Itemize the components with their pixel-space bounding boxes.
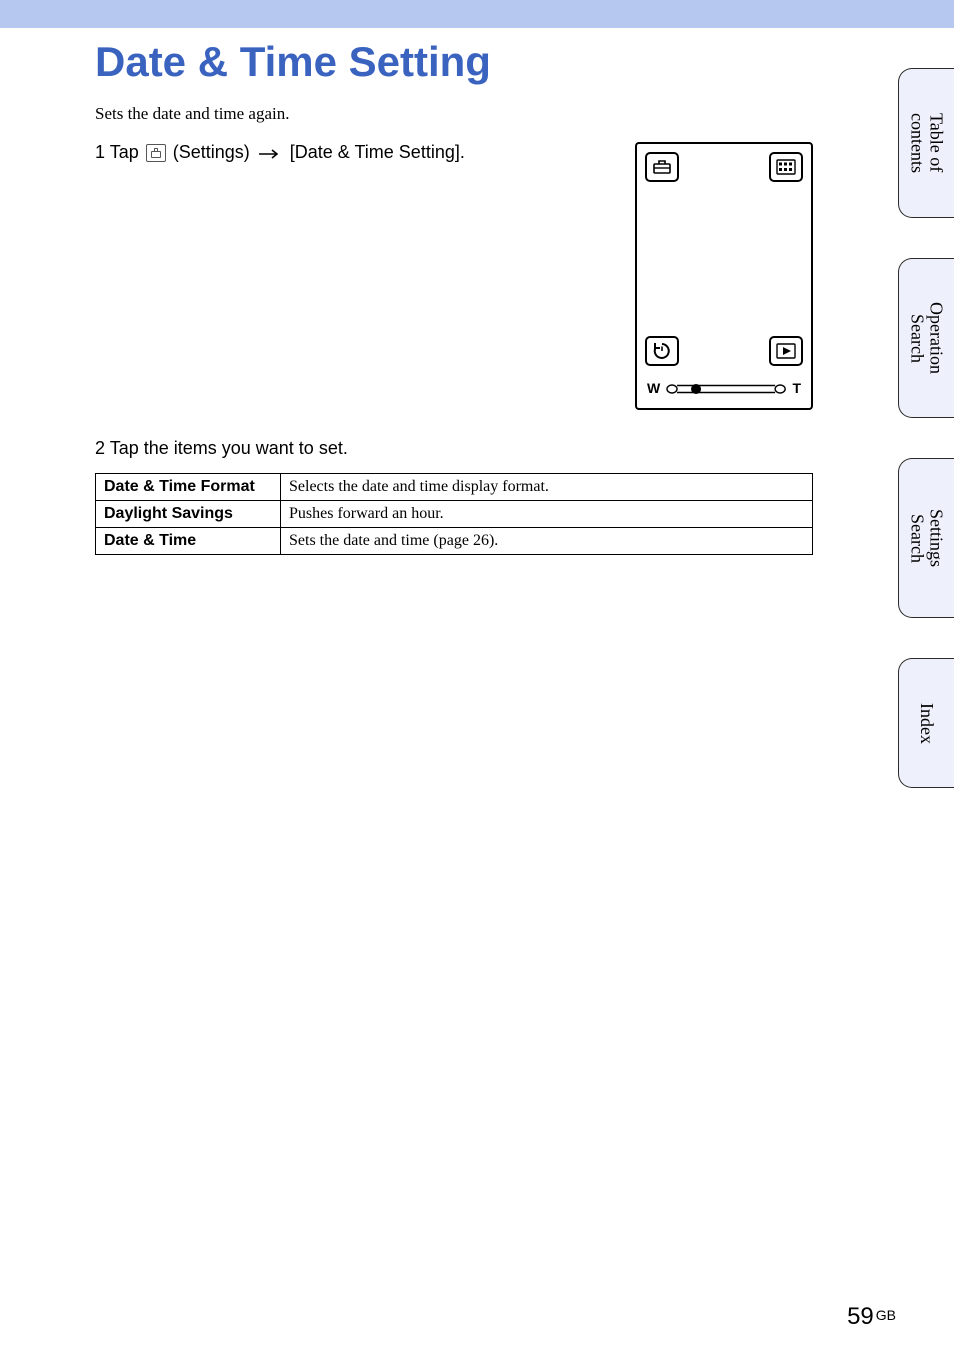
- page-num: 59: [847, 1303, 874, 1330]
- step-1-number: 1: [95, 142, 105, 162]
- table-row: Daylight Savings Pushes forward an hour.: [96, 501, 813, 528]
- settings-table: Date & Time Format Selects the date and …: [95, 473, 813, 555]
- page-suffix: GB: [876, 1307, 896, 1323]
- figure-play-button: [769, 336, 803, 366]
- grid-icon: [776, 159, 796, 175]
- step-2-text: 2 Tap the items you want to set.: [95, 438, 813, 459]
- step-1-row: 1 Tap (Settings) [Date & Time Setting].: [95, 142, 813, 410]
- zoom-bar: W T: [647, 376, 801, 400]
- tab-operation-search[interactable]: Operation Search: [898, 258, 954, 418]
- row-key: Date & Time Format: [96, 474, 281, 501]
- arrow-right-icon: [259, 143, 281, 164]
- main-content: Date & Time Setting Sets the date and ti…: [95, 38, 813, 555]
- row-desc: Sets the date and time (page 26).: [281, 528, 813, 555]
- step-1-settings-label: (Settings): [168, 142, 255, 162]
- step-2-number: 2: [95, 438, 105, 458]
- tab-index[interactable]: Index: [898, 658, 954, 788]
- figure-settings-button: [645, 152, 679, 182]
- tab-label: Settings Search: [908, 509, 946, 567]
- zoom-wide-label: W: [647, 380, 660, 396]
- row-key: Daylight Savings: [96, 501, 281, 528]
- step-1-target: [Date & Time Setting].: [285, 142, 465, 162]
- page-number: 59GB: [847, 1303, 896, 1331]
- header-band: [0, 0, 954, 28]
- tab-settings-search[interactable]: Settings Search: [898, 458, 954, 618]
- step-1-prefix: Tap: [110, 142, 144, 162]
- zoom-tele-label: T: [792, 380, 801, 396]
- step-2-block: 2 Tap the items you want to set. Date & …: [95, 438, 813, 555]
- page-title: Date & Time Setting: [95, 38, 813, 86]
- tab-label: Operation Search: [908, 302, 946, 374]
- table-row: Date & Time Sets the date and time (page…: [96, 528, 813, 555]
- side-tabs: Table of contents Operation Search Setti…: [850, 68, 954, 828]
- tab-label: Table of contents: [908, 113, 946, 173]
- tab-table-of-contents[interactable]: Table of contents: [898, 68, 954, 218]
- row-desc: Selects the date and time display format…: [281, 474, 813, 501]
- tab-label: Index: [917, 703, 936, 744]
- figure-thumbnail-button: [769, 152, 803, 182]
- table-row: Date & Time Format Selects the date and …: [96, 474, 813, 501]
- toolbox-icon: [652, 158, 672, 176]
- intro-text: Sets the date and time again.: [95, 104, 813, 124]
- settings-icon: [146, 144, 166, 162]
- row-key: Date & Time: [96, 528, 281, 555]
- figure-timer-button: [645, 336, 679, 366]
- step-2-label: Tap the items you want to set.: [110, 438, 348, 458]
- zoom-track: [666, 383, 786, 393]
- device-screen-figure: W T: [635, 142, 813, 410]
- timer-icon: [652, 341, 672, 361]
- step-1-text: 1 Tap (Settings) [Date & Time Setting].: [95, 142, 621, 164]
- play-icon: [776, 343, 796, 359]
- row-desc: Pushes forward an hour.: [281, 501, 813, 528]
